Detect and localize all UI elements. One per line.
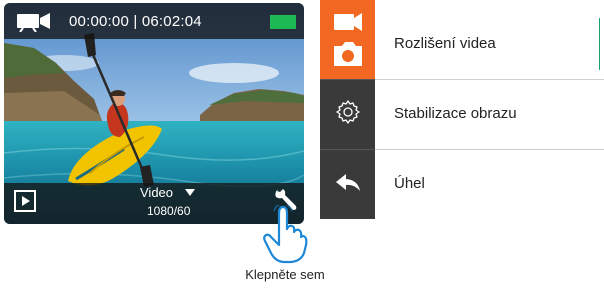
menu-item-image-stabilization[interactable]: Stabilizace obrazu [375, 79, 604, 149]
scroll-indicator[interactable] [599, 18, 600, 70]
menu-item-video-resolution[interactable]: Rozlišení videa [375, 9, 604, 79]
video-resolution-label: 1080/60 [147, 204, 191, 218]
back-arrow-icon[interactable] [334, 172, 362, 194]
chevron-down-icon[interactable] [185, 189, 195, 196]
play-icon[interactable] [14, 190, 36, 212]
menu-item-label: Úhel [394, 175, 425, 192]
camera-preview-screen: 00:00:00 | 06:02:04 Video 1080/60 [4, 3, 304, 224]
video-camera-icon [17, 13, 50, 32]
menu-item-label: Rozlišení videa [394, 35, 496, 52]
gear-icon[interactable] [336, 100, 360, 124]
pointing-hand-icon [263, 205, 308, 264]
menu-icon-divider [320, 149, 375, 150]
menu-item-label: Stabilizace obrazu [394, 105, 517, 122]
settings-menu: Rozlišení videa Stabilizace obrazu Úhel [320, 0, 604, 219]
video-mode-selector[interactable]: Video [140, 185, 173, 200]
video-photo-mode-icon[interactable] [331, 8, 365, 70]
menu-icon-divider [320, 79, 375, 80]
tap-here-caption: Klepněte sem [245, 267, 325, 282]
recording-timecode: 00:00:00 | 06:02:04 [69, 13, 202, 30]
menu-item-angle[interactable]: Úhel [375, 149, 604, 219]
battery-icon [270, 15, 296, 29]
